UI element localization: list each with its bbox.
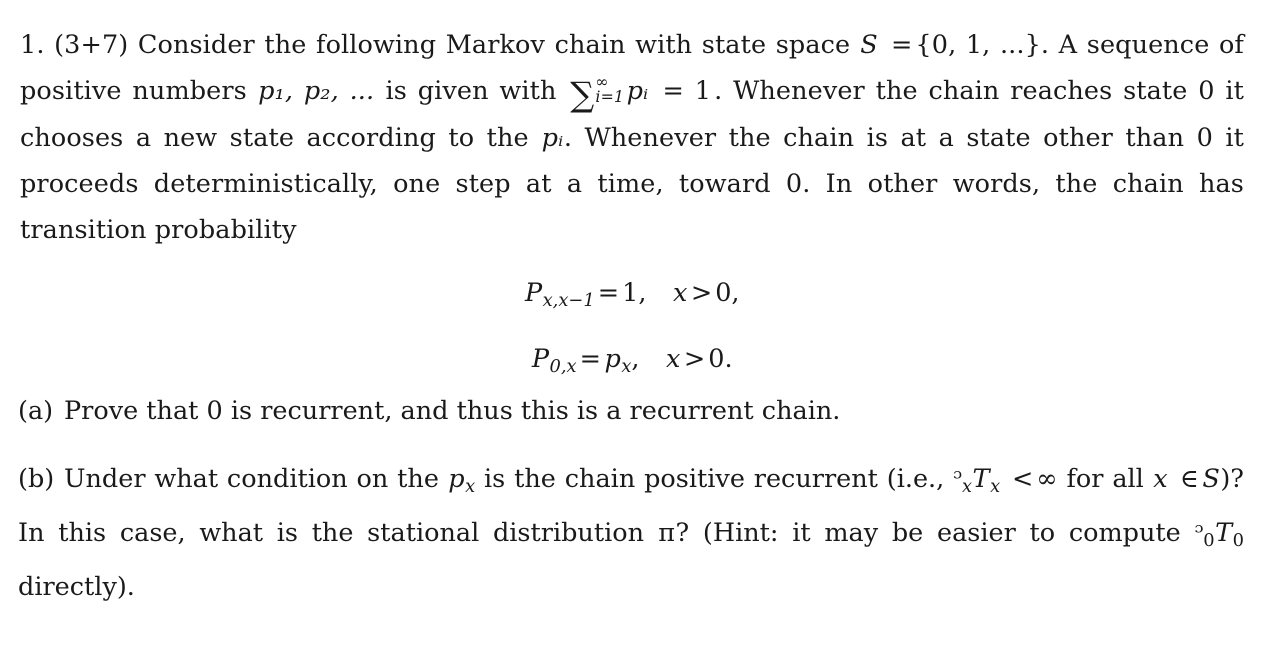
part-a-paragraph: (a) Prove that 0 is recurrent, and thus t… <box>18 388 1244 434</box>
equation-2-lhs-subscript: 0,x <box>549 355 577 377</box>
part-a-text: Prove that 0 is recurrent, and thus this… <box>64 396 841 426</box>
hitting-time-T: T <box>972 464 990 494</box>
part-b-label: (b) <box>18 464 55 494</box>
equation-2-relation: = <box>579 344 601 374</box>
equation-transition-down: Px,x−1 = 1, x >0, <box>20 270 1244 324</box>
part-a-label: (a) <box>18 396 54 426</box>
compute-hitting-time-T: T <box>1215 517 1233 548</box>
part-b-set-S: S <box>1202 464 1220 494</box>
infinity-symbol: ∞ <box>1036 464 1058 494</box>
p-subscript-i: pᵢ <box>541 123 564 154</box>
equation-2-condition-var: x <box>666 344 681 374</box>
equation-2-rhs-base: p <box>604 344 621 374</box>
problem-number: 1. <box>20 30 45 60</box>
equation-1-condition-value: 0, <box>715 278 740 308</box>
statement-text-2b: is given with <box>385 76 557 106</box>
part-b-text-3: for all <box>1066 464 1144 494</box>
state-space-symbol: S <box>860 30 878 60</box>
part-b-text-6: directly). <box>18 571 135 602</box>
part-b-text-5: ? (Hint: it may be easier to compute <box>675 517 1181 548</box>
summation-limits: ∞ i=1 <box>595 73 625 106</box>
equation-transition-from-zero: P0,x = px, x >0. <box>20 336 1244 390</box>
document-page: 1. (3+7) Consider the following Markov c… <box>0 0 1280 655</box>
expectation-subscript: x <box>961 475 973 497</box>
compute-expectation-E-icon: ᵓ <box>1194 517 1204 548</box>
summand: pᵢ <box>626 76 649 106</box>
equation-2-condition-value: 0. <box>708 344 733 374</box>
equation-1-rhs: 1, <box>622 278 647 308</box>
summation-lower-limit: i=1 <box>595 86 625 106</box>
equation-2-rhs-subscript: x <box>621 355 632 377</box>
equation-1-lhs-base: P <box>524 278 543 308</box>
state-space-set: {0, 1, ...} <box>915 30 1041 60</box>
equation-2-condition-relation: > <box>683 344 706 374</box>
equation-2-lhs-base: P <box>531 344 550 374</box>
equation-1-condition-var: x <box>672 278 688 308</box>
problem-points: (3+7) <box>54 30 129 60</box>
problem-statement-block: 1. (3+7) Consider the following Markov c… <box>20 22 1244 377</box>
part-b-px-subscript: x <box>465 475 476 497</box>
part-b-text-2: is the chain positive recurrent (i.e., <box>484 464 945 494</box>
problem-parts-list: (a) Prove that 0 is recurrent, and thus t… <box>18 388 1244 610</box>
problem-statement-paragraph: 1. (3+7) Consider the following Markov c… <box>20 22 1244 253</box>
compute-hitting-time-subscript: 0 <box>1232 529 1245 551</box>
part-b-text-1: Under what condition on the <box>64 464 439 494</box>
equation-2-rhs-punct: , <box>631 344 640 374</box>
part-b-var-x: x <box>1153 464 1168 494</box>
summation-expression: ∑ ∞ i=1 <box>570 69 624 115</box>
statement-text-1b: . A sequence <box>1040 30 1210 60</box>
statement-text-1: Consider the following Markov chain with… <box>137 30 851 60</box>
statement-text-2c: . Whenever the chain reaches state <box>714 76 1188 106</box>
less-than-sign: < <box>1012 464 1034 494</box>
element-of-sign: ∈ <box>1179 464 1199 494</box>
part-b-px-base: p <box>448 464 465 494</box>
statement-text-5: transition probability <box>20 215 297 246</box>
hitting-time-subscript: x <box>990 475 1001 497</box>
equals-sign: = <box>890 30 913 60</box>
statement-text-3b: . Whenever the chain is at a state other… <box>563 123 1213 154</box>
sigma-icon: ∑ <box>570 74 595 114</box>
p-sequence: p₁, p₂, ... <box>258 76 375 106</box>
problem-part-b: (b) Under what condition on the px is the… <box>18 456 1244 610</box>
equation-1-condition-relation: > <box>690 278 713 308</box>
equation-1-relation: = <box>597 278 620 308</box>
sum-equals-one: = 1 <box>662 76 712 106</box>
part-b-paragraph: (b) Under what condition on the px is the… <box>18 456 1244 610</box>
equation-1-lhs-subscript: x,x−1 <box>542 289 595 311</box>
compute-expectation-subscript: 0 <box>1203 529 1215 551</box>
expectation-E-icon: ᵓ <box>953 464 962 494</box>
pi-symbol: π <box>658 517 676 548</box>
problem-part-a: (a) Prove that 0 is recurrent, and thus t… <box>18 388 1244 434</box>
